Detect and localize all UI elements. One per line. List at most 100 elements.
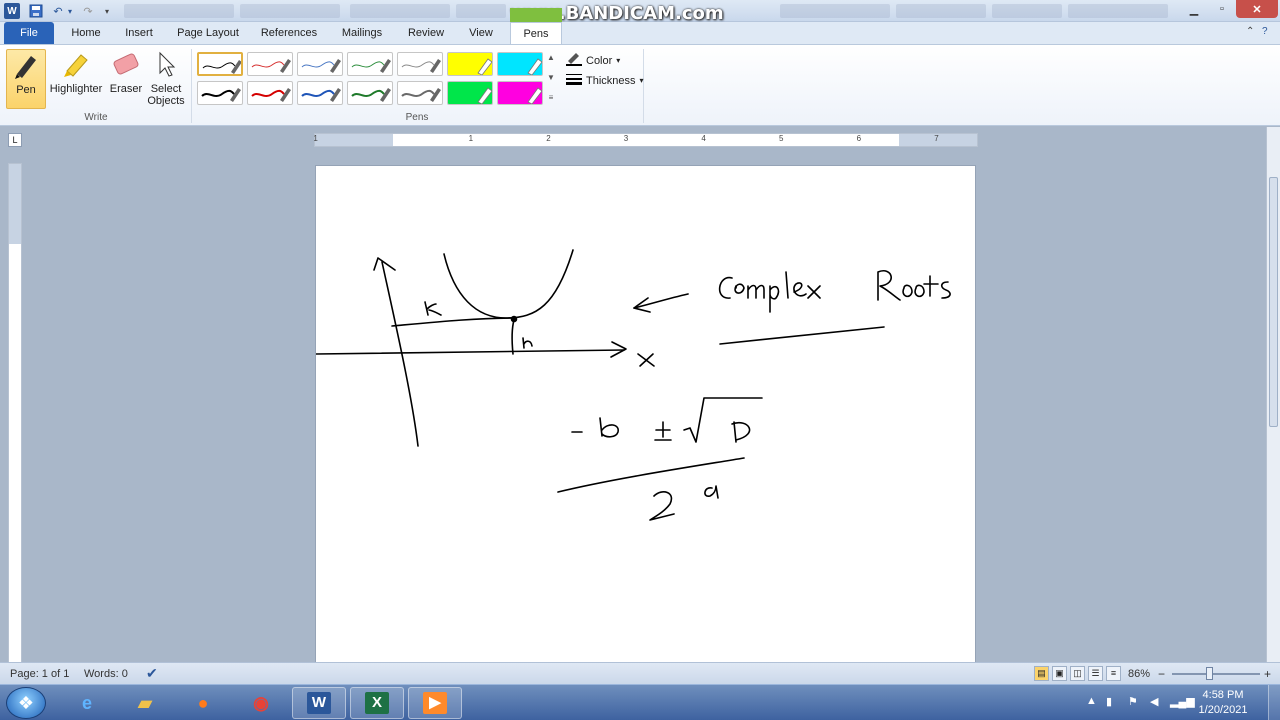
pen-swatch[interactable] xyxy=(197,81,243,105)
pen-swatch[interactable] xyxy=(497,81,543,105)
full-screen-reading-icon[interactable]: ▣ xyxy=(1052,666,1067,681)
gallery-scroll-down-icon[interactable]: ▼ xyxy=(545,73,557,82)
save-icon[interactable] xyxy=(28,3,44,19)
tab-page-layout[interactable]: Page Layout xyxy=(170,22,246,44)
taskbar-internet-explorer[interactable]: e xyxy=(60,687,114,719)
vertical-scrollbar[interactable] xyxy=(1266,127,1280,662)
excel-icon: X xyxy=(365,692,389,714)
action-center-flag-icon[interactable]: ⚑ xyxy=(1128,695,1138,708)
customize-toolbar-icon[interactable]: ▾ xyxy=(102,3,112,19)
pen-swatch[interactable] xyxy=(397,52,443,76)
zoom-slider[interactable] xyxy=(1172,673,1260,675)
ink-h-line xyxy=(511,319,515,355)
redo-icon[interactable]: ↷ xyxy=(80,3,96,19)
ruler-number: 4 xyxy=(701,134,706,143)
pen-swatch[interactable] xyxy=(347,81,393,105)
taskbar-windows-explorer[interactable]: ▰ xyxy=(118,687,172,719)
highlighter-label: Highlighter xyxy=(49,83,103,95)
draft-view-icon[interactable]: ≡ xyxy=(1106,666,1121,681)
tab-pens[interactable]: Pens xyxy=(510,22,562,44)
start-button[interactable]: ❖ xyxy=(6,687,46,719)
zoom-in-icon[interactable]: + xyxy=(1264,667,1271,681)
scrollbar-thumb[interactable] xyxy=(1269,177,1278,427)
pen-swatch[interactable] xyxy=(397,81,443,105)
pen-swatch[interactable] xyxy=(197,52,243,76)
undo-dropdown-icon[interactable]: ▾ xyxy=(66,3,74,19)
pen-swatch[interactable] xyxy=(497,52,543,76)
tab-home[interactable]: Home xyxy=(62,22,110,44)
ribbon-tabs: File Home Insert Page Layout References … xyxy=(0,8,1280,44)
zoom-out-icon[interactable]: − xyxy=(1158,667,1165,681)
volume-icon[interactable]: ◀ xyxy=(1150,695,1158,708)
pen-icon xyxy=(7,50,45,84)
document-page[interactable] xyxy=(315,165,976,662)
ruler-left-margin xyxy=(315,134,393,146)
color-button[interactable]: Color ▾ xyxy=(566,52,620,69)
word-icon: W xyxy=(307,692,331,714)
ruler-number: 3 xyxy=(623,134,629,143)
tab-mailings[interactable]: Mailings xyxy=(334,22,390,44)
tab-stop-selector[interactable]: L xyxy=(8,133,22,147)
taskbar-excel[interactable]: X xyxy=(350,687,404,719)
ink-drawing[interactable] xyxy=(316,166,977,663)
show-hidden-icons-icon[interactable]: ▲ xyxy=(1086,695,1097,707)
pen-swatch[interactable] xyxy=(447,52,493,76)
taskbar-chrome[interactable]: ◉ xyxy=(234,687,288,719)
pen-stroke-icon xyxy=(251,59,291,73)
highlighter-pen-icon xyxy=(527,87,542,104)
gallery-scroll-up-icon[interactable]: ▲ xyxy=(545,53,557,62)
ruler-top-margin xyxy=(9,164,21,244)
word-count[interactable]: Words: 0 xyxy=(84,668,128,680)
background-window-tab xyxy=(124,4,234,18)
word-logo-icon[interactable]: W xyxy=(4,3,20,19)
print-layout-view-icon[interactable]: ▤ xyxy=(1034,666,1049,681)
zoom-slider-thumb[interactable] xyxy=(1206,667,1213,680)
outline-view-icon[interactable]: ☰ xyxy=(1088,666,1103,681)
web-layout-icon[interactable]: ◫ xyxy=(1070,666,1085,681)
maximize-button[interactable]: ▫ xyxy=(1208,0,1236,18)
windows-logo-icon: ❖ xyxy=(17,692,35,713)
minimize-ribbon-icon[interactable]: ⌃ xyxy=(1246,26,1254,37)
clock-time[interactable]: 4:58 PM xyxy=(1190,689,1256,701)
minimize-button[interactable]: ▁ xyxy=(1180,0,1208,18)
folder-icon: ▰ xyxy=(138,692,152,713)
select-objects-button[interactable]: Select Objects xyxy=(146,49,186,109)
taskbar-word[interactable]: W xyxy=(292,687,346,719)
zoom-level[interactable]: 86% xyxy=(1128,668,1150,680)
eraser-icon xyxy=(108,49,144,83)
pen-swatch[interactable] xyxy=(297,81,343,105)
ribbon: Pen Highlighter Eraser Select Objects Wr… xyxy=(0,44,1280,126)
highlighter-button[interactable]: Highlighter xyxy=(48,49,104,109)
undo-icon[interactable]: ↶ xyxy=(50,3,66,19)
pen-swatch[interactable] xyxy=(247,81,293,105)
gallery-more-icon[interactable]: ≡ xyxy=(545,93,557,102)
proofing-check-icon[interactable]: ✔ xyxy=(146,665,158,682)
background-window-tab xyxy=(1068,4,1168,18)
tab-view[interactable]: View xyxy=(462,22,500,44)
taskbar-firefox[interactable]: ● xyxy=(176,687,230,719)
page-count[interactable]: Page: 1 of 1 xyxy=(10,668,69,680)
tab-insert[interactable]: Insert xyxy=(116,22,162,44)
taskbar-bandicam[interactable]: ▶ xyxy=(408,687,462,719)
thickness-button[interactable]: Thickness ▾ xyxy=(566,73,644,88)
pen-swatch[interactable] xyxy=(297,52,343,76)
pen-swatch[interactable] xyxy=(447,81,493,105)
ruler-number: 1 xyxy=(313,134,318,143)
tab-references[interactable]: References xyxy=(254,22,324,44)
ink-x-axis xyxy=(316,349,625,355)
pen-swatch[interactable] xyxy=(347,52,393,76)
horizontal-ruler[interactable]: 1 1 2 3 4 5 6 7 xyxy=(313,133,978,147)
vertical-ruler[interactable] xyxy=(8,163,22,663)
tab-review[interactable]: Review xyxy=(400,22,452,44)
help-icon[interactable]: ? xyxy=(1262,26,1268,37)
eraser-button[interactable]: Eraser xyxy=(108,49,144,109)
cursor-arrow-icon xyxy=(146,49,186,83)
ink-roots-word xyxy=(877,270,951,301)
pen-swatch[interactable] xyxy=(247,52,293,76)
clock-date[interactable]: 1/20/2021 xyxy=(1190,704,1256,716)
battery-icon[interactable]: ▮ xyxy=(1106,695,1112,708)
pen-button[interactable]: Pen xyxy=(6,49,46,109)
show-desktop-button[interactable] xyxy=(1268,685,1280,720)
tab-file[interactable]: File xyxy=(4,22,54,44)
close-button[interactable]: ✕ xyxy=(1236,0,1278,18)
